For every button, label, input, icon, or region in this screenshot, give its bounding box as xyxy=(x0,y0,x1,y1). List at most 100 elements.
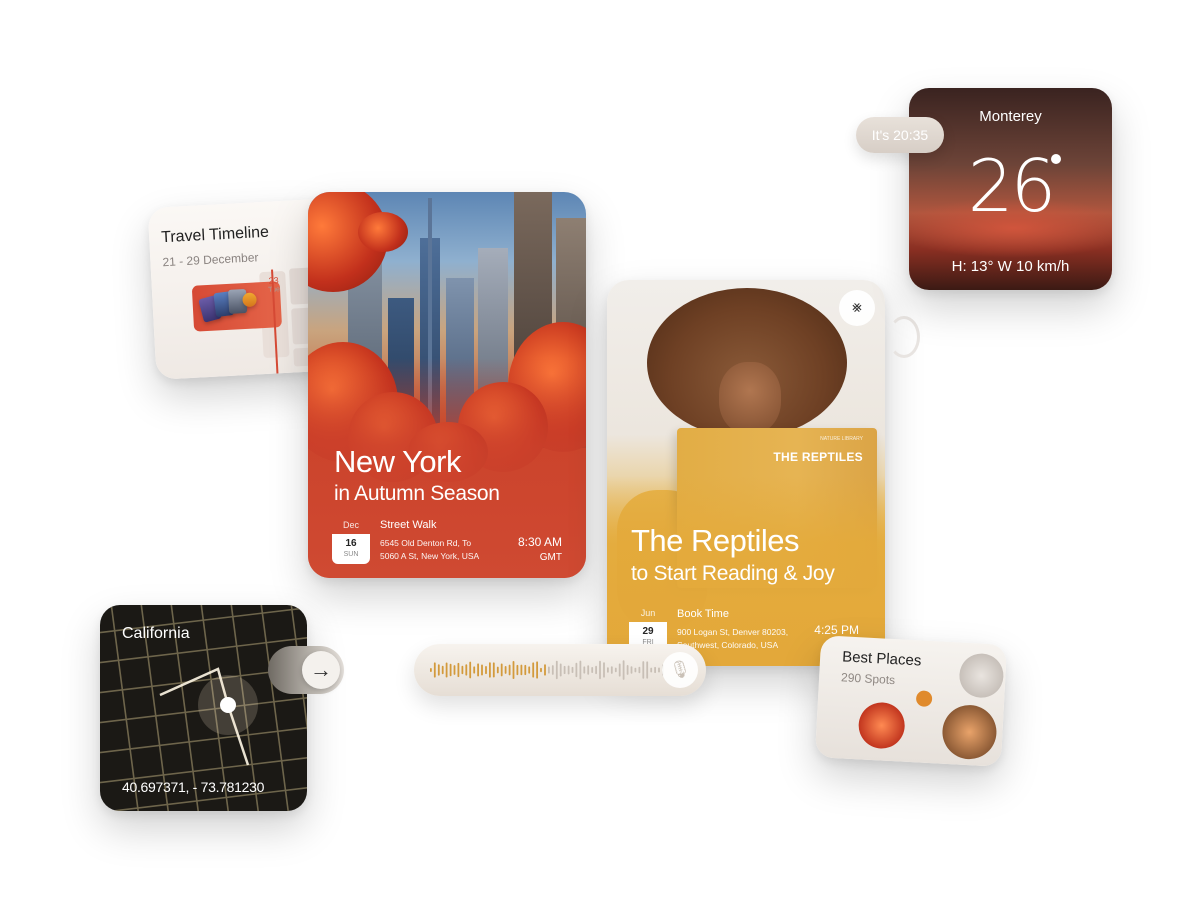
reptiles-day: 29 xyxy=(642,626,654,637)
waveform-bar xyxy=(433,662,436,678)
california-coordinates: 40.697371, - 73.781230 xyxy=(122,779,265,795)
new-york-weekday: SUN xyxy=(343,551,359,558)
new-york-subtitle: in Autumn Season xyxy=(334,482,500,505)
degree-symbol xyxy=(1051,154,1061,164)
waveform-bar xyxy=(500,663,503,677)
waveform-bar xyxy=(559,663,562,677)
reptiles-event-card[interactable]: NATURE LIBRARY THE REPTILES ⨳ The Reptil… xyxy=(607,280,885,666)
waveform-bar xyxy=(658,667,660,673)
new-york-address: 6545 Old Denton Rd, To 5060 A St, New Yo… xyxy=(380,537,479,563)
waveform-bar xyxy=(528,666,531,674)
waveform-bar xyxy=(622,660,625,680)
waveform-bar xyxy=(610,666,613,674)
place-photo-forest[interactable] xyxy=(857,701,906,750)
waveform-bar xyxy=(477,663,479,677)
arrow-right-icon[interactable]: → xyxy=(302,651,340,689)
waveform-bar xyxy=(548,666,550,674)
new-york-address-line1: 6545 Old Denton Rd, To xyxy=(380,538,472,548)
waveform-bar xyxy=(489,662,491,678)
waveform-bar xyxy=(453,665,456,675)
waveform-bar xyxy=(481,664,483,676)
decorative-bubble xyxy=(888,316,920,358)
new-york-event-card[interactable]: New York in Autumn Season Dec 16 SUN Str… xyxy=(308,192,586,578)
waveform-bar xyxy=(469,661,472,679)
book-publisher: NATURE LIBRARY xyxy=(820,436,863,442)
place-photo-tree[interactable] xyxy=(958,652,1005,699)
california-map-card[interactable]: California 40.697371, - 73.781230 xyxy=(100,605,307,811)
waveform-bar xyxy=(441,665,444,675)
audio-waveform xyxy=(430,660,664,680)
waveform-bar xyxy=(595,665,597,675)
waveform-bar xyxy=(508,664,511,676)
waveform-bar xyxy=(579,660,582,680)
waveform-bar xyxy=(638,666,641,674)
waveform-bar xyxy=(587,665,590,675)
travel-timeline-title: Travel Timeline xyxy=(160,223,270,247)
waveform-bar xyxy=(591,667,594,673)
waveform-bar xyxy=(449,663,452,677)
waveform-bar xyxy=(563,665,566,675)
reptiles-month: Jun xyxy=(640,608,656,618)
waveform-bar xyxy=(532,662,535,678)
waveform-bar xyxy=(646,661,649,679)
waveform-bar xyxy=(551,665,554,675)
new-york-day: 16 xyxy=(345,538,357,549)
new-york-date-chip: Dec 16 SUN xyxy=(332,516,370,564)
best-places-card[interactable]: Best Places 290 Spots xyxy=(814,635,1008,767)
waveform-bar xyxy=(544,664,546,676)
waveform-bar xyxy=(607,667,609,673)
waveform-bar xyxy=(516,664,519,676)
waveform-bar xyxy=(473,666,476,674)
new-york-month: Dec xyxy=(342,520,359,530)
california-title: California xyxy=(122,625,190,642)
microphone-icon[interactable]: 🎙 xyxy=(662,652,698,688)
waveform-bar xyxy=(583,666,586,674)
waveform-bar xyxy=(457,662,460,678)
autumn-leaf-icon xyxy=(915,690,933,708)
weather-details: H: 13° W 10 km/h xyxy=(951,258,1070,275)
waveform-bar xyxy=(614,667,617,673)
place-photo-city[interactable] xyxy=(941,703,998,761)
waveform-bar xyxy=(654,666,656,674)
weather-temperature: 26 xyxy=(967,144,1057,228)
waveform-bar xyxy=(520,664,523,676)
reptiles-event-name: Book Time xyxy=(677,608,729,620)
waveform-bar xyxy=(524,664,527,676)
best-places-count: 290 Spots xyxy=(840,670,896,688)
weather-card[interactable]: Monterey 26 H: 13° W 10 km/h xyxy=(909,88,1112,290)
new-york-title: New York xyxy=(334,444,461,479)
waveform-bar xyxy=(536,661,538,679)
time-pill: It's 20:35 xyxy=(856,117,944,153)
waveform-bar xyxy=(492,662,495,678)
best-places-title: Best Places xyxy=(841,648,922,670)
waveform-bar xyxy=(618,663,621,677)
waveform-bar xyxy=(603,662,605,678)
waveform-bar xyxy=(512,661,515,679)
waveform-bar xyxy=(642,661,645,679)
book-cover-title: THE REPTILES xyxy=(773,450,863,464)
waveform-bar xyxy=(504,666,507,674)
new-york-event-name: Street Walk xyxy=(380,519,437,531)
waveform-bar xyxy=(626,665,629,675)
waveform-bar xyxy=(445,662,448,678)
new-york-timezone: GMT xyxy=(539,552,562,563)
waveform-bar xyxy=(571,666,574,673)
waveform-bar xyxy=(630,666,633,674)
reptiles-subtitle: to Start Reading & Joy xyxy=(631,562,835,585)
waveform-bar xyxy=(555,660,558,680)
new-york-time-block: 8:30 AM GMT xyxy=(518,534,562,566)
new-york-address-line2: 5060 A St, New York, USA xyxy=(380,551,480,561)
waveform-bar xyxy=(461,665,464,675)
pin-off-icon[interactable]: ⨳ xyxy=(839,290,875,326)
reader-face-illustration xyxy=(719,362,781,434)
waveform-bar xyxy=(485,666,487,675)
waveform-bar xyxy=(540,667,542,673)
waveform-bar xyxy=(650,667,653,673)
waveform-bar xyxy=(599,660,601,680)
new-york-time: 8:30 AM xyxy=(517,535,562,549)
reptiles-address-line1: 900 Logan St, Denver 80203, xyxy=(677,627,789,637)
waveform-bar xyxy=(430,668,432,672)
waveform-bar xyxy=(575,662,578,678)
waveform-bar xyxy=(634,667,637,673)
waveform-bar xyxy=(437,664,440,676)
